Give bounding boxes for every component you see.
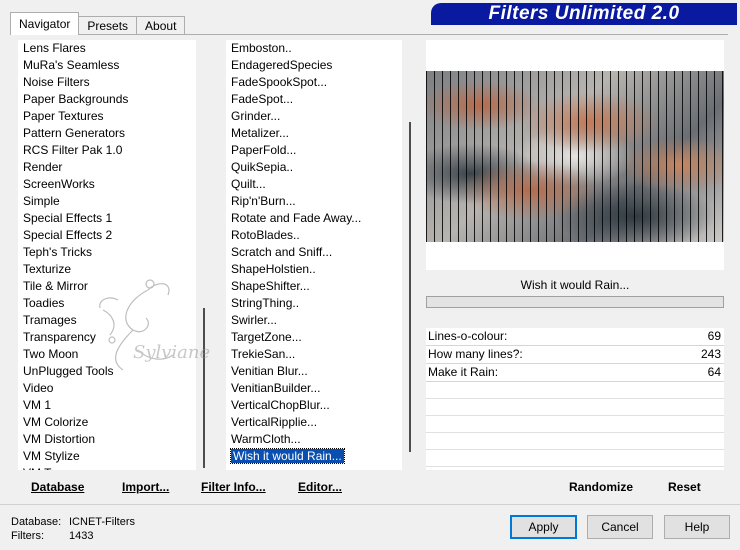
category-item[interactable]: Special Effects 1 xyxy=(18,210,196,227)
parameter-label: Make it Rain: xyxy=(428,365,499,379)
status-filters: Filters: 1433 xyxy=(11,530,94,542)
category-item[interactable]: MuRa's Seamless xyxy=(18,57,196,74)
filter-item[interactable]: QuikSepia.. xyxy=(226,159,402,176)
randomize-button[interactable]: Randomize xyxy=(569,476,633,498)
parameter-label: How many lines?: xyxy=(428,347,523,361)
category-item[interactable]: Special Effects 2 xyxy=(18,227,196,244)
category-item[interactable]: Simple xyxy=(18,193,196,210)
category-scrollbar[interactable] xyxy=(197,40,217,470)
filter-item[interactable]: EndageredSpecies xyxy=(226,57,402,74)
category-item[interactable]: Pattern Generators xyxy=(18,125,196,142)
rain-lines-overlay xyxy=(426,71,724,242)
category-item[interactable]: ScreenWorks xyxy=(18,176,196,193)
category-item[interactable]: Two Moon xyxy=(18,346,196,363)
empty-parameter-rows xyxy=(426,382,724,470)
parameter-row[interactable]: Make it Rain: 64 xyxy=(426,364,724,382)
filter-item[interactable]: Wish it would Rain... xyxy=(226,448,402,465)
filter-item[interactable]: VerticalRipplie... xyxy=(226,414,402,431)
parameter-label: Lines-o-colour: xyxy=(428,329,508,343)
app-title: Filters Unlimited 2.0 xyxy=(488,3,680,24)
filter-item[interactable]: Metalizer... xyxy=(226,125,402,142)
category-item[interactable]: RCS Filter Pak 1.0 xyxy=(18,142,196,159)
tab-navigator[interactable]: Navigator xyxy=(10,12,80,35)
category-item[interactable]: VM Colorize xyxy=(18,414,196,431)
filter-progress-bar xyxy=(426,296,724,308)
filter-item[interactable]: Venitian Blur... xyxy=(226,363,402,380)
filter-item[interactable]: FadeSpookSpot... xyxy=(226,74,402,91)
filter-scroll-thumb[interactable] xyxy=(409,122,411,452)
parameter-value[interactable]: 64 xyxy=(708,364,721,381)
category-item[interactable]: VM To... xyxy=(18,465,196,470)
editor-button[interactable]: Editor... xyxy=(298,476,342,498)
category-item[interactable]: Teph's Tricks xyxy=(18,244,196,261)
import-button[interactable]: Import... xyxy=(122,476,169,498)
category-item[interactable]: Lens Flares xyxy=(18,40,196,57)
filter-item[interactable]: Rotate and Fade Away... xyxy=(226,210,402,227)
category-item[interactable]: VM Stylize xyxy=(18,448,196,465)
category-item[interactable]: Video xyxy=(18,380,196,397)
category-item[interactable]: Paper Textures xyxy=(18,108,196,125)
category-item[interactable]: Toadies xyxy=(18,295,196,312)
filter-item[interactable]: Emboston.. xyxy=(226,40,402,57)
filter-item[interactable]: PaperFold... xyxy=(226,142,402,159)
cancel-button[interactable]: Cancel xyxy=(587,515,653,539)
filter-item[interactable]: ShapeHolstien.. xyxy=(226,261,402,278)
category-item[interactable]: VM Distortion xyxy=(18,431,196,448)
category-item[interactable]: Tile & Mirror xyxy=(18,278,196,295)
category-scroll-thumb[interactable] xyxy=(203,308,205,468)
filter-scrollbar[interactable] xyxy=(403,40,423,470)
tab-about[interactable]: About xyxy=(136,16,186,35)
parameter-row[interactable]: Lines-o-colour: 69 xyxy=(426,328,724,346)
parameter-value[interactable]: 69 xyxy=(708,328,721,345)
filter-item[interactable]: RotoBlades.. xyxy=(226,227,402,244)
tab-strip: Navigator Presets About xyxy=(10,11,186,35)
parameter-value[interactable]: 243 xyxy=(701,346,721,363)
selected-filter-title: Wish it would Rain... xyxy=(426,274,724,296)
category-item[interactable]: Texturize xyxy=(18,261,196,278)
category-item[interactable]: Transparency xyxy=(18,329,196,346)
tab-divider xyxy=(10,34,728,35)
parameter-row[interactable]: How many lines?: 243 xyxy=(426,346,724,364)
apply-button[interactable]: Apply xyxy=(510,515,577,539)
category-item[interactable]: UnPlugged Tools xyxy=(18,363,196,380)
category-item[interactable]: Noise Filters xyxy=(18,74,196,91)
help-button[interactable]: Help xyxy=(664,515,730,539)
filter-item[interactable]: Grinder... xyxy=(226,108,402,125)
filter-item[interactable]: TargetZone... xyxy=(226,329,402,346)
status-database: Database: ICNET-Filters xyxy=(11,516,135,528)
filter-item[interactable]: Swirler... xyxy=(226,312,402,329)
filter-item[interactable]: ShapeShifter... xyxy=(226,278,402,295)
filter-item[interactable]: Quilt... xyxy=(226,176,402,193)
tab-presets[interactable]: Presets xyxy=(78,16,138,35)
reset-button[interactable]: Reset xyxy=(668,476,701,498)
filter-item[interactable]: VerticalChopBlur... xyxy=(226,397,402,414)
filter-item[interactable]: Scratch and Sniff... xyxy=(226,244,402,261)
category-item[interactable]: Tramages xyxy=(18,312,196,329)
title-banner: Filters Unlimited 2.0 xyxy=(431,3,737,25)
category-item[interactable]: VM 1 xyxy=(18,397,196,414)
filter-item[interactable]: FadeSpot... xyxy=(226,91,402,108)
database-button[interactable]: Database xyxy=(31,476,84,498)
filter-item[interactable]: StringThing.. xyxy=(226,295,402,312)
filter-item[interactable]: WarmCloth... xyxy=(226,431,402,448)
preview-panel xyxy=(426,40,724,270)
filter-info-button[interactable]: Filter Info... xyxy=(201,476,266,498)
category-item[interactable]: Render xyxy=(18,159,196,176)
filter-item[interactable]: TrekieSan... xyxy=(226,346,402,363)
filter-item[interactable]: Rip'n'Burn... xyxy=(226,193,402,210)
parameter-list: Lines-o-colour: 69 How many lines?: 243 Make… xyxy=(426,328,724,382)
filter-list[interactable]: Emboston.. EndageredSpecies FadeSpookSpot.… xyxy=(226,40,402,470)
category-item[interactable]: Paper Backgrounds xyxy=(18,91,196,108)
preview-image xyxy=(426,71,724,242)
filter-item[interactable]: VenitianBuilder... xyxy=(226,380,402,397)
category-list[interactable]: Lens Flares MuRa's Seamless Noise Filters P… xyxy=(18,40,196,470)
footer-divider xyxy=(0,504,740,505)
